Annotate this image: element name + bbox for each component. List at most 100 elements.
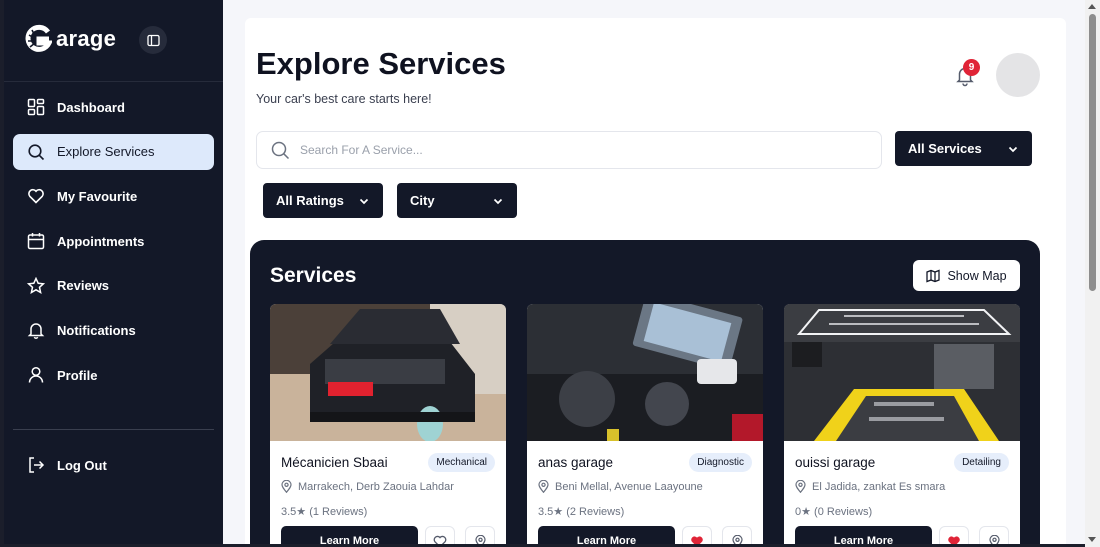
service-location: Marrakech, Derb Zaouia Lahdar (281, 480, 454, 493)
user-avatar[interactable] (996, 53, 1040, 97)
sidebar-item-explore-services[interactable]: Explore Services (13, 133, 214, 170)
scroll-up-arrow-icon[interactable] (1088, 4, 1096, 9)
sidebar-divider (13, 429, 214, 430)
service-name: Mécanicien Sbaai (281, 455, 388, 470)
star-icon (27, 276, 45, 294)
sidebar-nav: Dashboard Explore Services My Favourite (13, 89, 214, 402)
favourite-button[interactable] (682, 526, 712, 544)
rating-select[interactable]: All Ratings (263, 183, 383, 218)
services-panel: Services Show Map Mécanicien Sbaai Mecha… (250, 240, 1040, 544)
chevron-down-icon (359, 198, 369, 204)
logout-section: Log Out (13, 447, 214, 492)
sidebar-panel-icon (146, 34, 160, 46)
garage-logo-icon (25, 24, 52, 52)
location-pin-icon (731, 534, 743, 544)
service-image (270, 304, 506, 441)
service-card[interactable]: ouissi garage Detailing El Jadida, zanka… (784, 304, 1020, 544)
logout-icon (29, 457, 45, 473)
page-subtitle: Your car's best care starts here! (256, 92, 432, 106)
service-type-select-value: All Services (908, 141, 982, 156)
service-category-tag: Detailing (954, 453, 1009, 472)
learn-more-button[interactable]: Learn More (795, 526, 932, 544)
sidebar-divider (4, 81, 223, 82)
sidebar-item-appointments[interactable]: Appointments (13, 223, 214, 259)
service-category-tag: Mechanical (428, 453, 495, 472)
service-name: anas garage (538, 455, 614, 470)
chevron-down-icon (1008, 146, 1018, 152)
sidebar-item-label: My Favourite (57, 188, 138, 204)
service-image (784, 304, 1020, 441)
learn-more-button[interactable]: Learn More (538, 526, 675, 544)
calendar-icon (27, 233, 45, 250)
heart-outline-icon (433, 535, 447, 544)
service-location-text: Beni Mellal, Avenue Laayoune (555, 480, 703, 493)
brand-name: arage (56, 26, 117, 51)
user-icon (28, 367, 44, 383)
scrollbar-thumb[interactable] (1089, 14, 1096, 291)
search-bar (256, 131, 882, 169)
learn-more-button[interactable]: Learn More (281, 526, 418, 544)
service-rating: 3.5★ (2 Reviews) (538, 506, 625, 518)
page-scrollbar[interactable] (1085, 0, 1100, 547)
brand-logo[interactable]: arage (24, 24, 116, 54)
sidebar-item-label: Dashboard (57, 99, 125, 115)
scroll-down-arrow-icon[interactable] (1088, 537, 1096, 542)
sidebar-item-label: Profile (57, 367, 98, 383)
sidebar-item-notifications[interactable]: Notifications (13, 312, 214, 348)
heart-filled-icon (948, 535, 960, 544)
service-image (527, 304, 763, 441)
logout-label: Log Out (57, 457, 107, 473)
service-location-text: Marrakech, Derb Zaouia Lahdar (298, 480, 454, 493)
sidebar-item-dashboard[interactable]: Dashboard (13, 89, 214, 125)
search-icon (28, 144, 45, 160)
map-icon (926, 269, 941, 282)
favourite-button[interactable] (939, 526, 969, 544)
sidebar: arage Dashboard Explore Services My Favo… (4, 0, 223, 544)
location-button[interactable] (465, 526, 495, 544)
bell-icon (27, 323, 45, 340)
sidebar-item-label: Notifications (57, 322, 136, 338)
logout-button[interactable]: Log Out (13, 447, 214, 483)
location-pin-icon (281, 480, 292, 493)
service-type-select[interactable]: All Services (895, 131, 1032, 166)
city-select-value: City (410, 193, 435, 208)
service-category-tag: Diagnostic (689, 453, 752, 472)
rating-select-value: All Ratings (276, 193, 344, 208)
services-title: Services (270, 264, 357, 287)
location-pin-icon (795, 480, 806, 493)
show-map-label: Show Map (947, 268, 1007, 283)
service-rating: 0★ (0 Reviews) (795, 506, 873, 518)
service-location: El Jadida, zankat Es smara (795, 480, 945, 493)
heart-icon (28, 189, 44, 205)
service-card[interactable]: anas garage Diagnostic Beni Mellal, Aven… (527, 304, 763, 544)
sidebar-item-label: Reviews (57, 278, 110, 294)
page-title: Explore Services (256, 46, 506, 81)
app-window: arage Dashboard Explore Services My Favo… (4, 0, 1085, 544)
service-card[interactable]: Mécanicien Sbaai Mechanical Marrakech, D… (270, 304, 506, 544)
location-pin-icon (988, 534, 1000, 544)
service-location: Beni Mellal, Avenue Laayoune (538, 480, 703, 493)
service-rating: 3.5★ (1 Reviews) (281, 506, 368, 518)
favourite-button[interactable] (425, 526, 455, 544)
search-icon (271, 141, 290, 159)
show-map-button[interactable]: Show Map (913, 260, 1020, 291)
sidebar-item-profile[interactable]: Profile (13, 357, 214, 393)
dashboard-icon (27, 98, 45, 116)
notification-count-badge: 9 (963, 59, 980, 76)
search-input[interactable] (300, 143, 881, 157)
chevron-down-icon (493, 198, 503, 204)
sidebar-item-reviews[interactable]: Reviews (13, 268, 214, 304)
heart-filled-icon (691, 535, 703, 544)
location-button[interactable] (979, 526, 1009, 544)
location-button[interactable] (722, 526, 752, 544)
sidebar-toggle-button[interactable] (139, 26, 167, 54)
service-name: ouissi garage (795, 455, 876, 470)
sidebar-item-label: Appointments (57, 233, 145, 249)
location-pin-icon (474, 534, 486, 544)
main-content: Explore Services Your car's best care st… (245, 18, 1066, 544)
city-select[interactable]: City (397, 183, 517, 218)
sidebar-item-label: Explore Services (57, 144, 155, 160)
sidebar-item-my-favourite[interactable]: My Favourite (13, 178, 214, 214)
location-pin-icon (538, 480, 549, 493)
service-location-text: El Jadida, zankat Es smara (812, 480, 946, 493)
